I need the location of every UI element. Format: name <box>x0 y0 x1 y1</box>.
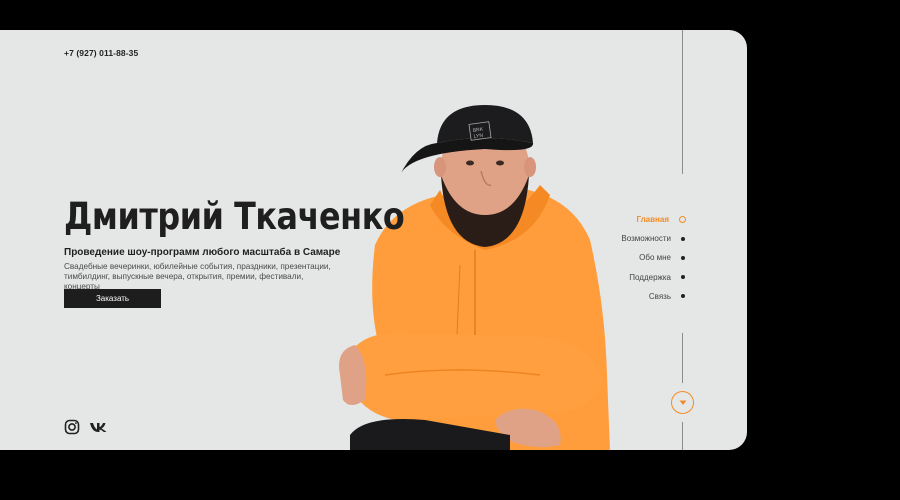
dot-icon <box>681 275 685 280</box>
nav-item-support[interactable]: Поддержка <box>621 268 685 287</box>
nav-item-label: Обо мне <box>639 253 671 263</box>
nav-item-about[interactable]: Обо мне <box>621 248 685 267</box>
active-ring-icon <box>679 216 686 224</box>
page-title: Дмитрий Ткаченко <box>64 195 405 238</box>
nav-item-label: Связь <box>648 291 671 301</box>
nav-item-main[interactable]: Главная <box>621 210 686 229</box>
instagram-icon[interactable] <box>64 419 80 435</box>
nav-item-label: Главная <box>636 215 669 225</box>
hero-description: Свадебные вечеринки, юбилейные события, … <box>64 262 339 292</box>
phone-number[interactable]: +7 (927) 011-88-35 <box>64 48 138 58</box>
hero-photo: BRK LYN <box>339 105 610 450</box>
hero-tagline: Проведение шоу-программ любого масштаба … <box>64 247 341 258</box>
chevron-down-icon <box>679 400 686 405</box>
dot-icon <box>681 255 685 260</box>
divider-line <box>682 422 683 450</box>
dot-icon <box>681 236 685 241</box>
divider-line <box>682 333 683 383</box>
vk-icon[interactable] <box>89 419 109 435</box>
nav-item-label: Возможности <box>621 234 671 244</box>
nav-item-label: Поддержка <box>629 272 671 282</box>
description-line: Свадебные вечеринки, юбилейные события, … <box>64 262 331 271</box>
nav-item-features[interactable]: Возможности <box>621 229 685 248</box>
side-navigation: Главная Возможности Обо мне Поддержка Св… <box>621 210 686 306</box>
nav-item-contact[interactable]: Связь <box>621 287 685 306</box>
order-button[interactable]: Заказать <box>64 289 161 308</box>
hero-card: +7 (927) 011-88-35 BRK LYN Дмитрий Ткаче… <box>0 30 747 450</box>
scroll-down-button[interactable] <box>671 391 694 414</box>
divider-line <box>682 30 683 174</box>
dot-icon <box>681 294 685 299</box>
